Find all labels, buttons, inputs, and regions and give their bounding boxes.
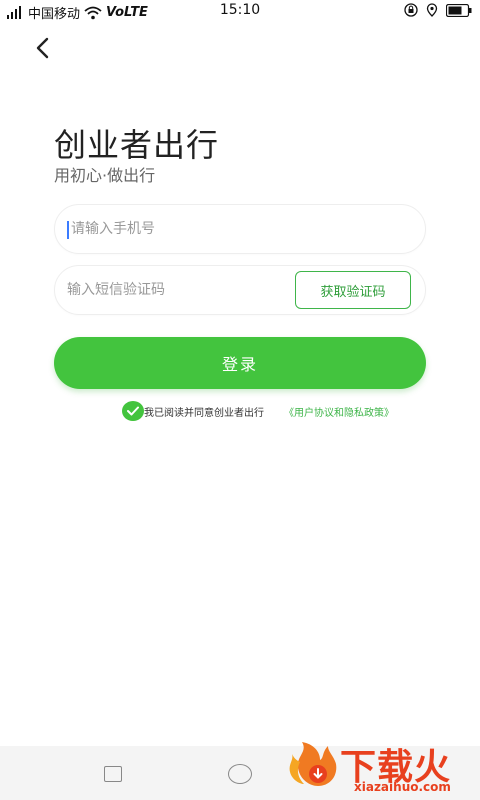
agree-checkbox[interactable] xyxy=(122,401,144,421)
code-input[interactable] xyxy=(67,266,287,314)
recent-apps-button[interactable] xyxy=(104,766,122,782)
phone-field[interactable] xyxy=(54,204,426,254)
status-bar: 中国移动 VoLTE 15:10 xyxy=(0,0,480,22)
watermark-subtitle: xiazaihuo.com xyxy=(354,780,451,794)
check-icon xyxy=(127,406,139,416)
phone-input[interactable] xyxy=(67,205,287,253)
location-icon xyxy=(426,3,438,17)
agreement-text: 我已阅读并同意创业者出行 xyxy=(144,407,264,419)
lock-rotation-icon xyxy=(404,3,418,17)
home-button[interactable] xyxy=(228,764,252,784)
page-subtitle: 用初心·做出行 xyxy=(54,166,156,185)
back-button[interactable] xyxy=(26,32,58,64)
chevron-left-icon xyxy=(36,37,49,59)
flame-logo-icon xyxy=(289,742,337,786)
status-right xyxy=(404,3,472,17)
login-button[interactable]: 登录 xyxy=(54,337,426,389)
page-title: 创业者出行 xyxy=(54,126,220,164)
code-field[interactable]: 获取验证码 xyxy=(54,265,426,315)
watermark: 下载火 xiazaihuo.com xyxy=(282,732,480,800)
battery-icon xyxy=(446,3,472,17)
policy-link[interactable]: 《用户协议和隐私政策》 xyxy=(284,404,394,419)
agreement-row: 我已阅读并同意创业者出行 《用户协议和隐私政策》 xyxy=(122,400,394,422)
get-code-button[interactable]: 获取验证码 xyxy=(295,271,411,309)
